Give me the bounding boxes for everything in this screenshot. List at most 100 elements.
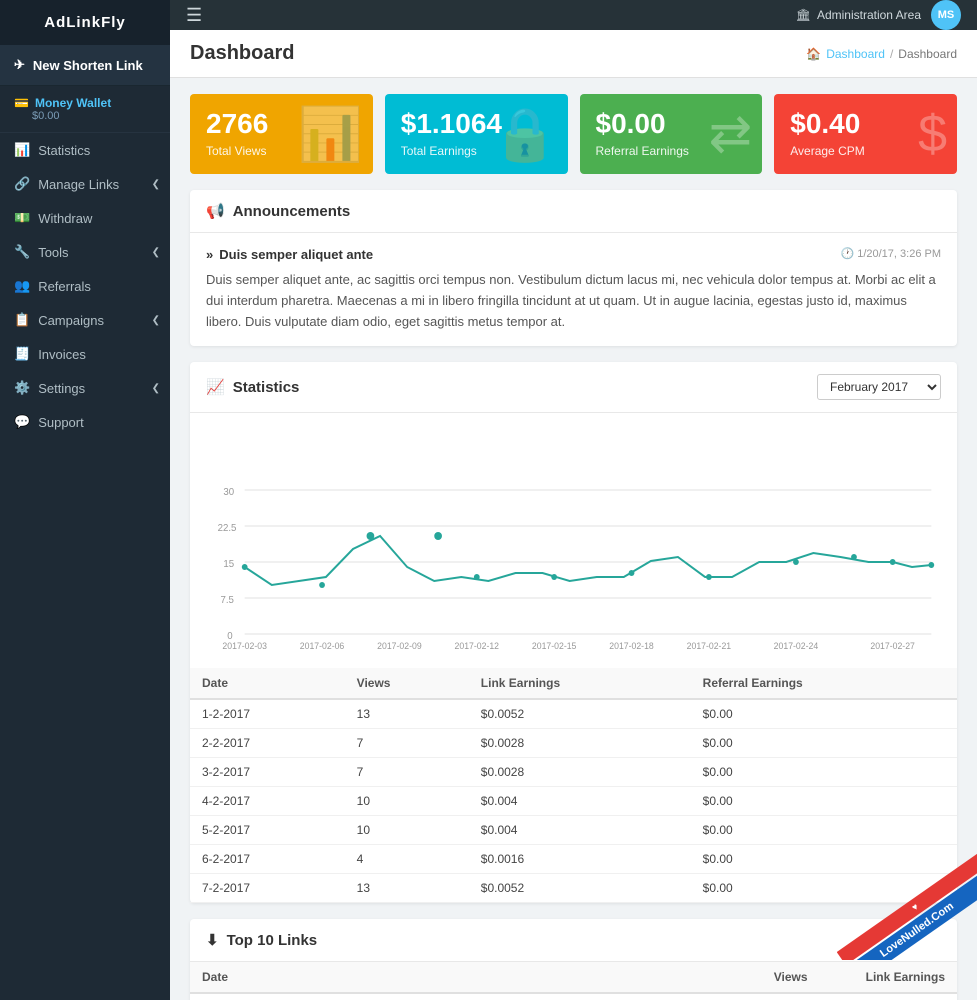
chevron-right-icon-settings: ❮ [152, 383, 160, 394]
period-dropdown[interactable]: February 2017 January 2017 December 2016 [817, 374, 941, 400]
stat-card-average-cpm: $0.40 Average CPM $ [774, 94, 957, 174]
table-row: 4-2-2017 10 $0.004 $0.00 [190, 787, 957, 816]
home-icon: 🏠 [806, 47, 821, 61]
table-row: 3-2-2017 7 $0.0028 $0.00 [190, 758, 957, 787]
svg-text:2017-02-12: 2017-02-12 [455, 641, 500, 649]
dollar-icon: $ [918, 104, 947, 164]
chevron-right-icon-campaigns: ❮ [152, 315, 160, 326]
top-links-panel: ⬇ Top 10 Links Date Views Link Earnings … [190, 919, 957, 1000]
chart-container: 0 7.5 15 22.5 30 2017-02-03 2017-02-06 2… [190, 413, 957, 668]
announcement-text: Duis semper aliquet ante, ac sagittis or… [206, 270, 941, 332]
statistics-panel: 📈 Statistics February 2017 January 2017 … [190, 362, 957, 903]
col-views: Views [345, 668, 469, 699]
chart-dot [242, 564, 248, 570]
breadcrumb-dashboard-link[interactable]: Dashboard [826, 47, 885, 61]
svg-text:2017-02-21: 2017-02-21 [687, 641, 732, 649]
top-links-header: ⬇ Top 10 Links [190, 919, 957, 962]
invoices-icon: 🧾 [14, 346, 30, 362]
sidebar-item-manage-links[interactable]: 🔗 Manage Links ❮ [0, 167, 170, 201]
page-header: Dashboard 🏠 Dashboard / Dashboard [170, 30, 977, 78]
announcements-body: » Duis semper aliquet ante 🕐 1/20/17, 3:… [190, 233, 957, 346]
stats-table-wrapper: Date Views Link Earnings Referral Earnin… [190, 668, 957, 903]
wallet-icon: 💳 [14, 96, 29, 110]
svg-text:2017-02-18: 2017-02-18 [609, 641, 654, 649]
link-icon: 🔗 [14, 176, 30, 192]
breadcrumb: 🏠 Dashboard / Dashboard [806, 47, 957, 61]
admin-icon: 🏛 [796, 8, 811, 22]
stat-card-referral-earnings: $0.00 Referral Earnings ⇄ [580, 94, 763, 174]
chevron-right-icon-tools: ❮ [152, 247, 160, 258]
arrows-icon: ⇄ [709, 104, 753, 164]
svg-text:22.5: 22.5 [218, 523, 237, 534]
sidebar-item-withdraw[interactable]: 💵 Withdraw [0, 201, 170, 235]
wallet-section: 💳 Money Wallet $0.00 [0, 86, 170, 133]
settings-icon: ⚙️ [14, 380, 30, 396]
admin-area: 🏛 Administration Area [796, 8, 921, 22]
top-links-table: Date Views Link Earnings 🔗AdLinkFly - Mo… [190, 962, 957, 1000]
svg-text:7.5: 7.5 [221, 595, 235, 606]
top-links-col-date: Date [190, 962, 743, 993]
statistics-title: 📈 Statistics [206, 378, 299, 396]
withdraw-icon: 💵 [14, 210, 30, 226]
top-links-col-earnings: Link Earnings [820, 962, 957, 993]
table-row: 2-2-2017 7 $0.0028 $0.00 [190, 729, 957, 758]
announcement-meta: 🕐 1/20/17, 3:26 PM [840, 247, 941, 260]
list-item: 🔗AdLinkFly - Monetized URL Shortener - P… [190, 993, 957, 1000]
svg-text:2017-02-09: 2017-02-09 [377, 641, 422, 649]
table-row: 6-2-2017 4 $0.0016 $0.00 [190, 845, 957, 874]
megaphone-icon: 📢 [206, 202, 225, 220]
line-chart: 0 7.5 15 22.5 30 2017-02-03 2017-02-06 2… [206, 429, 941, 649]
page-title: Dashboard [190, 42, 294, 65]
sidebar-logo: AdLinkFly [0, 0, 170, 45]
announcements-header: 📢 Announcements [190, 190, 957, 233]
svg-text:15: 15 [223, 559, 234, 570]
sidebar-item-statistics[interactable]: 📊 Statistics [0, 133, 170, 167]
avatar[interactable]: MS [931, 0, 961, 30]
stats-table: Date Views Link Earnings Referral Earnin… [190, 668, 957, 903]
topbar: ☰ 🏛 Administration Area MS [170, 0, 977, 30]
chart-line [245, 536, 932, 585]
announcements-panel: 📢 Announcements » Duis semper aliquet an… [190, 190, 957, 346]
bar-chart-icon: 📊 [298, 104, 363, 165]
svg-text:2017-02-27: 2017-02-27 [870, 641, 915, 649]
sidebar-item-campaigns[interactable]: 📋 Campaigns ❮ [0, 303, 170, 337]
paper-plane-icon: ✈ [14, 57, 25, 73]
sidebar-item-settings[interactable]: ⚙️ Settings ❮ [0, 371, 170, 405]
table-row: 7-2-2017 13 $0.0052 $0.00 [190, 874, 957, 903]
stat-card-total-earnings: $1.1064 Total Earnings 🔒 [385, 94, 568, 174]
stat-card-total-views: 2766 Total Views 📊 [190, 94, 373, 174]
announcement-title: » Duis semper aliquet ante [206, 247, 373, 262]
sidebar-item-tools[interactable]: 🔧 Tools ❮ [0, 235, 170, 269]
col-referral-earnings: Referral Earnings [691, 668, 957, 699]
svg-text:2017-02-03: 2017-02-03 [222, 641, 267, 649]
svg-text:2017-02-15: 2017-02-15 [532, 641, 577, 649]
top-links-col-views: Views [743, 962, 820, 993]
support-icon: 💬 [14, 414, 30, 430]
sidebar-item-support[interactable]: 💬 Support [0, 405, 170, 439]
col-link-earnings: Link Earnings [469, 668, 691, 699]
chevron-right-icon: ❮ [152, 179, 160, 190]
main-content: ☰ 🏛 Administration Area MS Dashboard 🏠 D… [170, 0, 977, 1000]
new-shorten-link-button[interactable]: ✈ New Shorten Link [0, 45, 170, 86]
stat-cards: 2766 Total Views 📊 $1.1064 Total Earning… [190, 94, 957, 174]
sidebar: AdLinkFly ✈ New Shorten Link 💳 Money Wal… [0, 0, 170, 1000]
period-select[interactable]: February 2017 January 2017 December 2016 [817, 374, 941, 400]
sidebar-item-invoices[interactable]: 🧾 Invoices [0, 337, 170, 371]
download-icon: ⬇ [206, 931, 219, 949]
statistics-icon: 📊 [14, 142, 30, 158]
svg-text:2017-02-06: 2017-02-06 [300, 641, 345, 649]
table-row: 1-2-2017 13 $0.0052 $0.00 [190, 699, 957, 729]
campaigns-icon: 📋 [14, 312, 30, 328]
content-area: 2766 Total Views 📊 $1.1064 Total Earning… [170, 78, 977, 1000]
svg-text:2017-02-24: 2017-02-24 [774, 641, 819, 649]
svg-text:30: 30 [223, 487, 234, 498]
tools-icon: 🔧 [14, 244, 30, 260]
sidebar-item-referrals[interactable]: 👥 Referrals [0, 269, 170, 303]
lock-icon: 🔒 [493, 104, 558, 165]
clock-icon: 🕐 [840, 248, 854, 260]
hamburger-menu[interactable]: ☰ [186, 5, 202, 26]
referrals-icon: 👥 [14, 278, 30, 294]
table-row: 5-2-2017 10 $0.004 $0.00 [190, 816, 957, 845]
col-date: Date [190, 668, 345, 699]
statistics-header: 📈 Statistics February 2017 January 2017 … [190, 362, 957, 413]
